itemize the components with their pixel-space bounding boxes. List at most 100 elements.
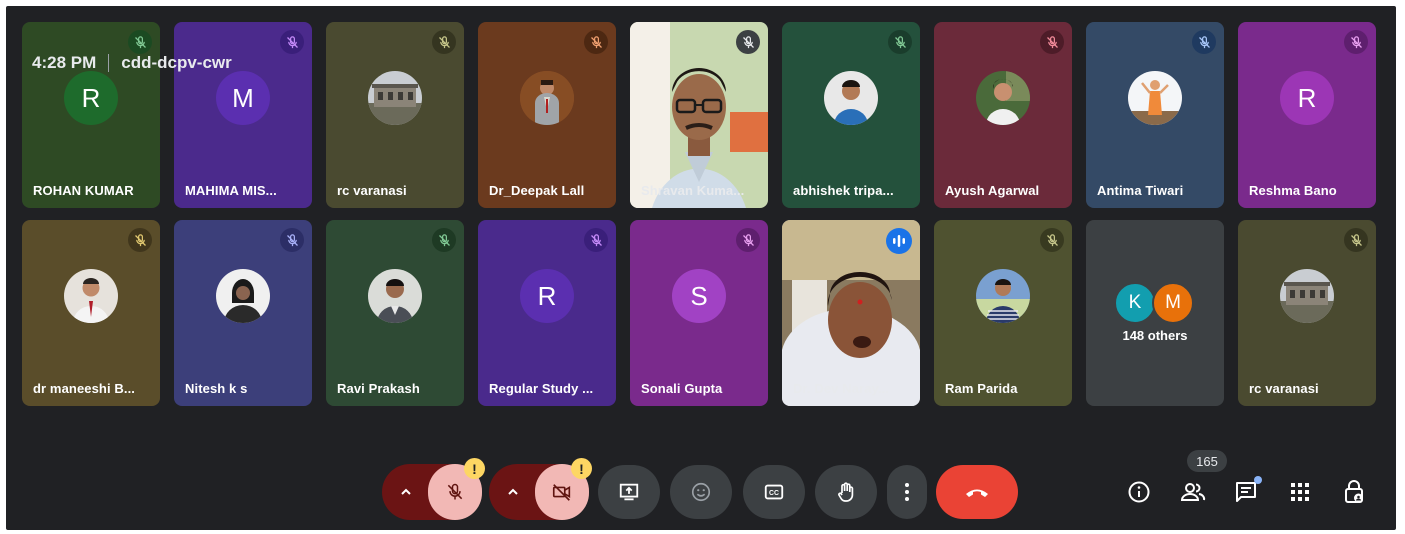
participant-tile[interactable]: Ravi Prakash [326, 220, 464, 406]
leave-call-button[interactable] [936, 465, 1018, 519]
people-icon [1180, 483, 1206, 501]
host-controls-button[interactable] [1336, 474, 1372, 510]
avatar [976, 269, 1030, 323]
participant-name: Antima Tiwari [1097, 183, 1184, 198]
mic-warning-badge: ! [464, 458, 485, 479]
end-call-icon [966, 489, 988, 497]
participant-tile[interactable]: abhishek tripa... [782, 22, 920, 208]
meeting-time: 4:28 PM [32, 53, 97, 72]
camera-options-button[interactable] [489, 464, 537, 520]
captions-button[interactable]: CC [743, 465, 805, 519]
participant-name: Regular Study ... [489, 381, 594, 396]
participant-tile[interactable]: R Reshma Bano [1238, 22, 1376, 208]
mic-off-icon [888, 30, 912, 54]
emoji-button[interactable] [670, 465, 732, 519]
info-icon [1128, 481, 1150, 503]
mic-off-icon [1344, 30, 1368, 54]
avatar [1128, 71, 1182, 125]
mic-off-icon [128, 228, 152, 252]
mic-off-icon [280, 30, 304, 54]
participant-tile[interactable]: dr maneeshi B... [22, 220, 160, 406]
participant-name: rc varanasi [1249, 381, 1319, 396]
participant-name: Dr_Deepak Lall [489, 183, 585, 198]
people-count-badge: 165 [1187, 450, 1227, 472]
people-button[interactable] [1175, 474, 1211, 510]
participant-tile[interactable]: Ayush Agarwal [934, 22, 1072, 208]
avatar: R [1280, 71, 1334, 125]
participant-name: Shravan Kuma... [641, 183, 745, 198]
participant-name: Ayush Agarwal [945, 183, 1040, 198]
camera-off-icon [552, 484, 571, 501]
chat-unread-dot [1254, 476, 1262, 484]
participant-name: ROHAN KUMAR [33, 183, 134, 198]
separator [108, 54, 110, 72]
mic-off-icon [447, 483, 463, 500]
mic-off-icon [1040, 228, 1064, 252]
mic-off-icon [584, 30, 608, 54]
meet-window: R ROHAN KUMAR M MAHIMA MIS... rc varanasi Dr_… [6, 6, 1396, 530]
present-screen-icon [619, 483, 639, 501]
speaking-indicator-icon [886, 228, 912, 254]
participant-tile[interactable]: rc varanasi [1238, 220, 1376, 406]
captions-icon: CC [764, 484, 784, 500]
mic-off-icon [432, 30, 456, 54]
participant-tile[interactable]: Antima Tiwari [1086, 22, 1224, 208]
participant-name: Ram Parida [945, 381, 1018, 396]
chat-button[interactable] [1228, 474, 1264, 510]
meeting-details-button[interactable] [1121, 474, 1157, 510]
avatar [1280, 269, 1334, 323]
avatar [976, 71, 1030, 125]
raise-hand-button[interactable] [815, 465, 877, 519]
svg-text:CC: CC [769, 490, 779, 497]
mic-off-icon [1344, 228, 1368, 252]
mic-off-icon [1192, 30, 1216, 54]
avatar [216, 269, 270, 323]
camera-warning-badge: ! [571, 458, 592, 479]
participant-name: Reshma Bano [1249, 183, 1337, 198]
participant-name: abhishek tripa... [793, 183, 894, 198]
mic-off-icon [736, 30, 760, 54]
avatar [824, 71, 878, 125]
participant-name: Ravi Prakash [337, 381, 420, 396]
participant-name: rc varanasi [337, 183, 407, 198]
more-options-button[interactable] [887, 465, 927, 519]
chevron-up-icon [401, 488, 411, 495]
avatar: M [216, 71, 270, 125]
avatar [64, 269, 118, 323]
activities-button[interactable] [1282, 474, 1318, 510]
apps-grid-icon [1291, 483, 1309, 501]
meeting-info: 4:28 PM cdd-dcpv-cwr [32, 53, 232, 73]
mic-off-icon [280, 228, 304, 252]
participant-tile[interactable]: Dr_Deepak Lall [478, 22, 616, 208]
avatar: K [1114, 282, 1156, 324]
chat-icon [1236, 482, 1256, 502]
emoji-icon [691, 482, 711, 502]
avatar: R [520, 269, 574, 323]
present-screen-button[interactable] [598, 465, 660, 519]
participant-name: MAHIMA MIS... [185, 183, 277, 198]
participant-tile[interactable]: R ROHAN KUMAR [22, 22, 160, 208]
meeting-code[interactable]: cdd-dcpv-cwr [121, 53, 232, 73]
avatar: R [64, 71, 118, 125]
mic-off-icon [432, 228, 456, 252]
participant-name: Nitesh k s [185, 381, 248, 396]
participant-name: dr maneeshi B... [33, 381, 136, 396]
participant-tile[interactable]: S Sonali Gupta [630, 220, 768, 406]
participant-tile[interactable]: R Regular Study ... [478, 220, 616, 406]
avatar: S [672, 269, 726, 323]
participant-tile[interactable]: Shravan Kuma... [630, 22, 768, 208]
participant-tile[interactable]: rc varanasi [326, 22, 464, 208]
participant-tile[interactable]: Ram Parida [934, 220, 1072, 406]
avatar [368, 269, 422, 323]
participant-tile[interactable]: Dr. Dev Naray... [782, 220, 920, 406]
mic-options-button[interactable] [382, 464, 430, 520]
avatar [520, 71, 574, 125]
participant-tile[interactable]: M MAHIMA MIS... [174, 22, 312, 208]
others-count: 148 others [1122, 328, 1188, 343]
others-tile[interactable]: K M 148 others [1086, 220, 1224, 406]
avatar [368, 71, 422, 125]
participant-tile[interactable]: Nitesh k s [174, 220, 312, 406]
participant-name: Dr. Dev Naray... [793, 381, 890, 396]
mic-off-icon [128, 30, 152, 54]
mic-off-icon [1040, 30, 1064, 54]
